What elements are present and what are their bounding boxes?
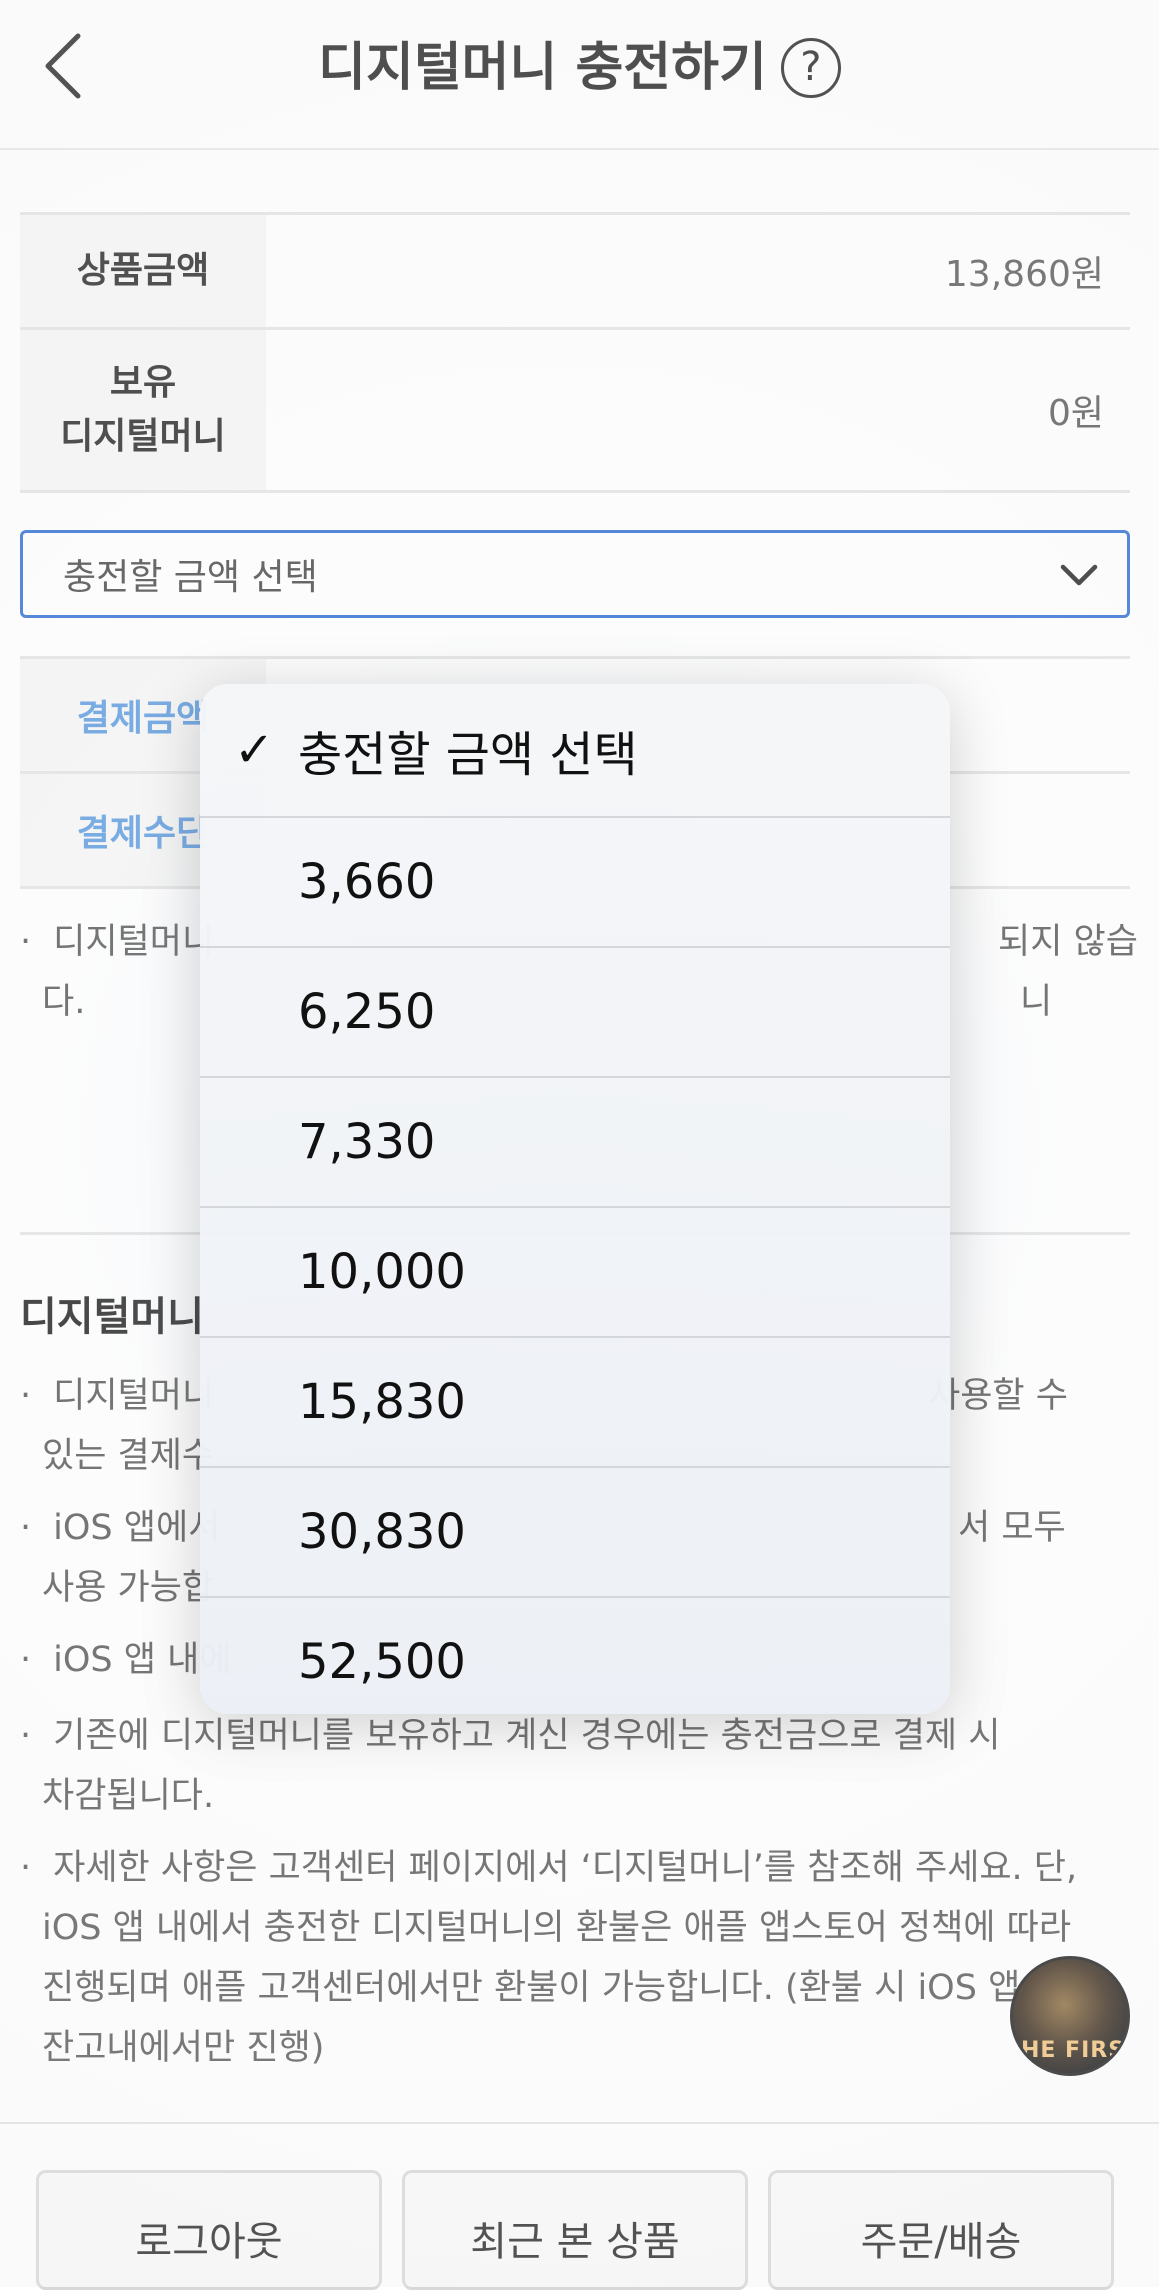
floating-video-thumbnail[interactable]: HE FIRS bbox=[1010, 1956, 1130, 2076]
question-circle-icon[interactable]: ? bbox=[780, 38, 841, 98]
dropdown-option[interactable]: 10,000 bbox=[200, 1206, 950, 1336]
footer-divider bbox=[0, 2122, 1159, 2124]
price-value: 13,860원 bbox=[944, 254, 1104, 295]
price-label: 상품금액 bbox=[20, 215, 266, 327]
dropdown-option[interactable]: 52,500 bbox=[200, 1596, 950, 1714]
header: 디지털머니 충전하기? bbox=[0, 0, 1159, 150]
page-title: 디지털머니 충전하기? bbox=[0, 30, 1159, 103]
balance-value: 0원 bbox=[1047, 393, 1104, 434]
logout-button[interactable]: 로그아웃 bbox=[36, 2170, 382, 2290]
dropdown-option[interactable]: 3,660 bbox=[200, 816, 950, 946]
balance-label: 보유 디지털머니 bbox=[20, 330, 266, 490]
chevron-down-icon bbox=[1060, 564, 1098, 586]
dropdown-option[interactable]: 7,330 bbox=[200, 1076, 950, 1206]
amount-select-value: 충전할 금액 선택 bbox=[63, 557, 318, 598]
recent-products-button[interactable]: 최근 본 상품 bbox=[402, 2170, 748, 2290]
note-4: 기존에 디지털머니를 보유하고 계신 경우에는 충전금으로 결제 시 차감됩니다… bbox=[20, 1706, 1142, 1826]
section-title: 디지털머니 bbox=[20, 1294, 204, 1340]
orders-shipping-button[interactable]: 주문/배송 bbox=[768, 2170, 1114, 2290]
dropdown-option[interactable]: 30,830 bbox=[200, 1466, 950, 1596]
price-row: 상품금액 13,860원 bbox=[20, 212, 1130, 327]
balance-row: 보유 디지털머니 0원 bbox=[20, 327, 1130, 493]
dropdown-option-placeholder[interactable]: ✓ 충전할 금액 선택 bbox=[200, 684, 950, 816]
dropdown-option[interactable]: 15,830 bbox=[200, 1336, 950, 1466]
info-table: 상품금액 13,860원 보유 디지털머니 0원 bbox=[20, 212, 1130, 493]
amount-dropdown: ✓ 충전할 금액 선택 3,660 6,250 7,330 10,000 15,… bbox=[200, 684, 950, 1714]
dropdown-option[interactable]: 6,250 bbox=[200, 946, 950, 1076]
checkmark-icon: ✓ bbox=[234, 722, 275, 778]
amount-select[interactable]: 충전할 금액 선택 bbox=[20, 530, 1130, 618]
note-5: 자세한 사항은 고객센터 페이지에서 ‘디지털머니’를 참조해 주세요. 단, … bbox=[20, 1838, 1142, 2078]
